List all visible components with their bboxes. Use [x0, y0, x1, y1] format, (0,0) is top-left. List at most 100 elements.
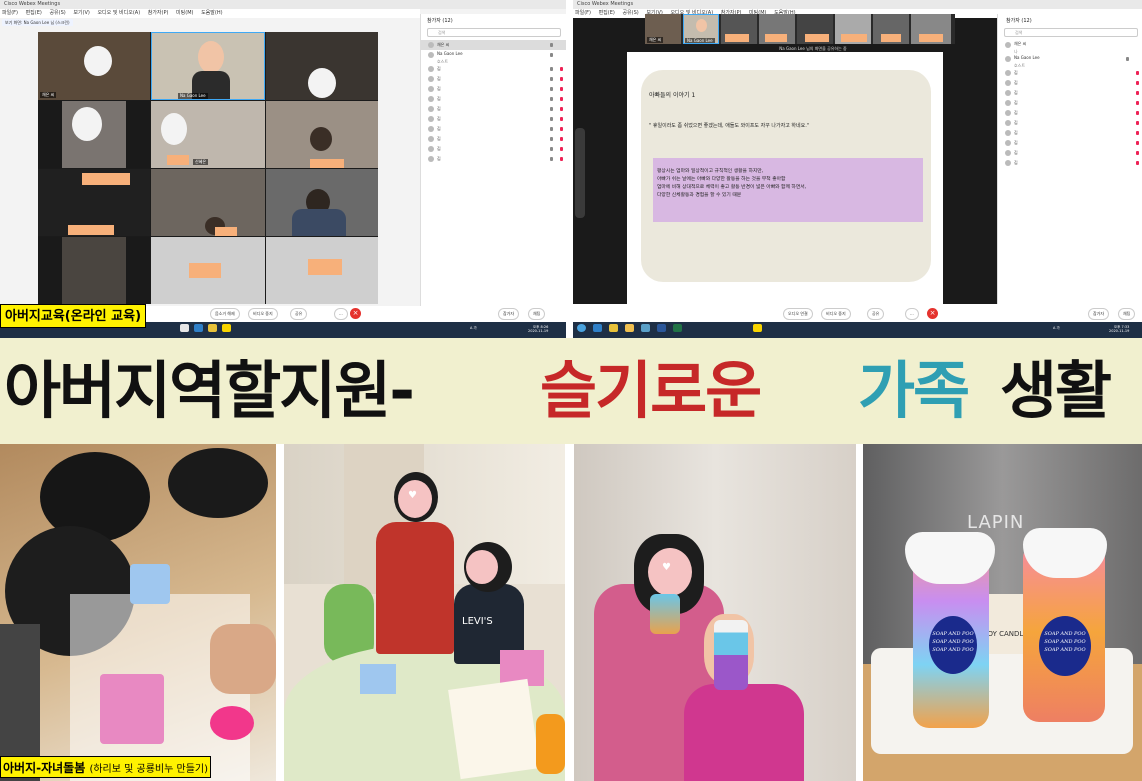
start-icon[interactable]: [577, 324, 586, 332]
unmute-button[interactable]: 음소거 해제: [210, 308, 240, 320]
slide-box-line: 엄마에 비해 상대적으로 체력이 좋고 활동 반경이 넓은 아빠와 함께 하면서…: [657, 185, 807, 190]
participant-name: 김: [1014, 90, 1018, 95]
menu-item[interactable]: 보기(V): [73, 10, 90, 16]
participant-row[interactable]: 김: [421, 64, 566, 74]
participant-row[interactable]: 김: [421, 94, 566, 104]
instruction-sheet: [448, 678, 540, 780]
more-button[interactable]: ...: [334, 308, 348, 320]
participant-row[interactable]: 김: [421, 114, 566, 124]
participant-row[interactable]: 김: [998, 148, 1142, 158]
thumbnail-name: 채은 씨: [649, 37, 662, 42]
video-tile[interactable]: [38, 101, 150, 168]
folder-icon[interactable]: [625, 324, 634, 332]
participant-row[interactable]: 김: [998, 88, 1142, 98]
menu-item[interactable]: 미팅(M): [176, 10, 193, 16]
menu-item[interactable]: 공유(S): [622, 10, 638, 16]
oranges: [536, 714, 565, 774]
video-thumbnail[interactable]: [911, 14, 951, 44]
menu-item[interactable]: 공유(S): [49, 10, 65, 16]
word-icon[interactable]: [657, 324, 666, 332]
chat-panel-button[interactable]: 채팅: [1118, 308, 1136, 320]
kakaotalk-icon[interactable]: [753, 324, 762, 332]
taskbar-clock[interactable]: 오후 8:26 2020-11-19: [528, 325, 548, 333]
share-button[interactable]: 공유: [867, 308, 885, 320]
participant-row[interactable]: 김: [421, 84, 566, 94]
video-thumbnail[interactable]: [721, 14, 757, 44]
more-button[interactable]: ...: [905, 308, 919, 320]
video-tile[interactable]: [151, 237, 265, 304]
video-tile[interactable]: [38, 237, 150, 304]
taskbar-clock[interactable]: 오후 7:33 2020-11-19: [1109, 325, 1129, 333]
end-call-button[interactable]: ×: [927, 308, 938, 319]
video-thumbnail[interactable]: 채은 씨: [645, 14, 681, 44]
participant-row[interactable]: 김: [998, 68, 1142, 78]
end-call-button[interactable]: ×: [350, 308, 361, 319]
menu-item[interactable]: 편집(E): [26, 10, 42, 16]
tray-language-text: A 가: [1053, 326, 1060, 330]
menu-item[interactable]: 파일(F): [575, 10, 591, 16]
participant-row[interactable]: 김: [998, 128, 1142, 138]
participant-row[interactable]: 김: [421, 134, 566, 144]
video-tile[interactable]: [151, 169, 265, 236]
video-tile[interactable]: [266, 101, 378, 168]
video-tile[interactable]: 채은 씨: [38, 32, 150, 100]
participant-row[interactable]: Na Gaon Lee 호스트: [421, 50, 566, 64]
video-thumbnail[interactable]: [873, 14, 909, 44]
share-button[interactable]: 공유: [290, 308, 308, 320]
participant-row[interactable]: 김: [998, 108, 1142, 118]
kakaotalk-icon[interactable]: [222, 324, 231, 332]
participant-row[interactable]: Na Gaon Lee 호스트: [998, 54, 1142, 68]
participant-name: 김: [1014, 70, 1018, 75]
menu-item[interactable]: 파일(F): [2, 10, 18, 16]
annotation-toolbar[interactable]: [575, 128, 585, 218]
menu-item[interactable]: 도움말(H): [201, 10, 222, 16]
video-tile[interactable]: [266, 237, 378, 304]
menu-item[interactable]: 오디오 및 비디오(A): [97, 10, 140, 16]
photo-icon[interactable]: [641, 324, 650, 332]
mixing-cup: [210, 706, 254, 740]
ie-icon[interactable]: [194, 324, 203, 332]
chat-panel-button[interactable]: 채팅: [528, 308, 546, 320]
participant-row[interactable]: 김: [998, 118, 1142, 128]
main-video-tile[interactable]: Na Gaon Lee: [151, 32, 265, 100]
tray-language[interactable]: A 가: [1053, 326, 1060, 330]
menu-item[interactable]: 편집(E): [599, 10, 615, 16]
chrome-icon[interactable]: [208, 324, 217, 332]
participant-row[interactable]: 김: [421, 154, 566, 164]
video-tile[interactable]: [266, 32, 378, 100]
participants-search[interactable]: 검색: [1004, 28, 1138, 37]
video-thumbnail[interactable]: [759, 14, 795, 44]
participants-panel-button[interactable]: 참가자: [498, 308, 520, 320]
participant-row[interactable]: 김: [421, 124, 566, 134]
participants-search[interactable]: 검색: [427, 28, 561, 37]
video-thumbnail[interactable]: [835, 14, 871, 44]
tray-language[interactable]: A 가: [470, 326, 477, 330]
menu-item[interactable]: 참가자(P): [148, 10, 169, 16]
chrome-icon[interactable]: [609, 324, 618, 332]
video-tile[interactable]: 신혜은: [151, 101, 265, 168]
participant-row[interactable]: 김: [998, 138, 1142, 148]
stop-video-button[interactable]: 비디오 중지: [821, 308, 851, 320]
video-tile[interactable]: [38, 169, 150, 236]
video-thumbnail[interactable]: [797, 14, 833, 44]
participant-row[interactable]: 김: [998, 78, 1142, 88]
participant-row[interactable]: 김: [998, 158, 1142, 168]
slide-box-line: 평상시는 엄마와 일상적이고 규칙적인 생활을 하지만,: [657, 169, 764, 174]
video-tile[interactable]: [266, 169, 378, 236]
participant-row[interactable]: 김: [421, 104, 566, 114]
participant-row[interactable]: 채은 씨나: [998, 40, 1142, 54]
participant-row[interactable]: 채은 씨: [421, 40, 566, 50]
participant-row[interactable]: 김: [998, 98, 1142, 108]
connect-audio-button[interactable]: 오디오 연결: [783, 308, 813, 320]
soap-label-line: SOAP AND POO: [932, 647, 974, 653]
banner-part-2: 슬기로운: [540, 354, 762, 427]
participant-row[interactable]: 김: [421, 144, 566, 154]
participants-panel-button[interactable]: 참가자: [1088, 308, 1110, 320]
ie-icon[interactable]: [593, 324, 602, 332]
excel-icon[interactable]: [673, 324, 682, 332]
app-icon[interactable]: [180, 324, 189, 332]
participant-row[interactable]: 김: [421, 74, 566, 84]
stop-video-button[interactable]: 비디오 중지: [248, 308, 278, 320]
slide-card: 아빠들의 이야기 1 " 휴일이라도 좀 쉬었으면 좋겠는데, 애들도 와이프도…: [641, 70, 931, 282]
video-thumbnail[interactable]: Na Gaon Lee: [683, 14, 719, 44]
